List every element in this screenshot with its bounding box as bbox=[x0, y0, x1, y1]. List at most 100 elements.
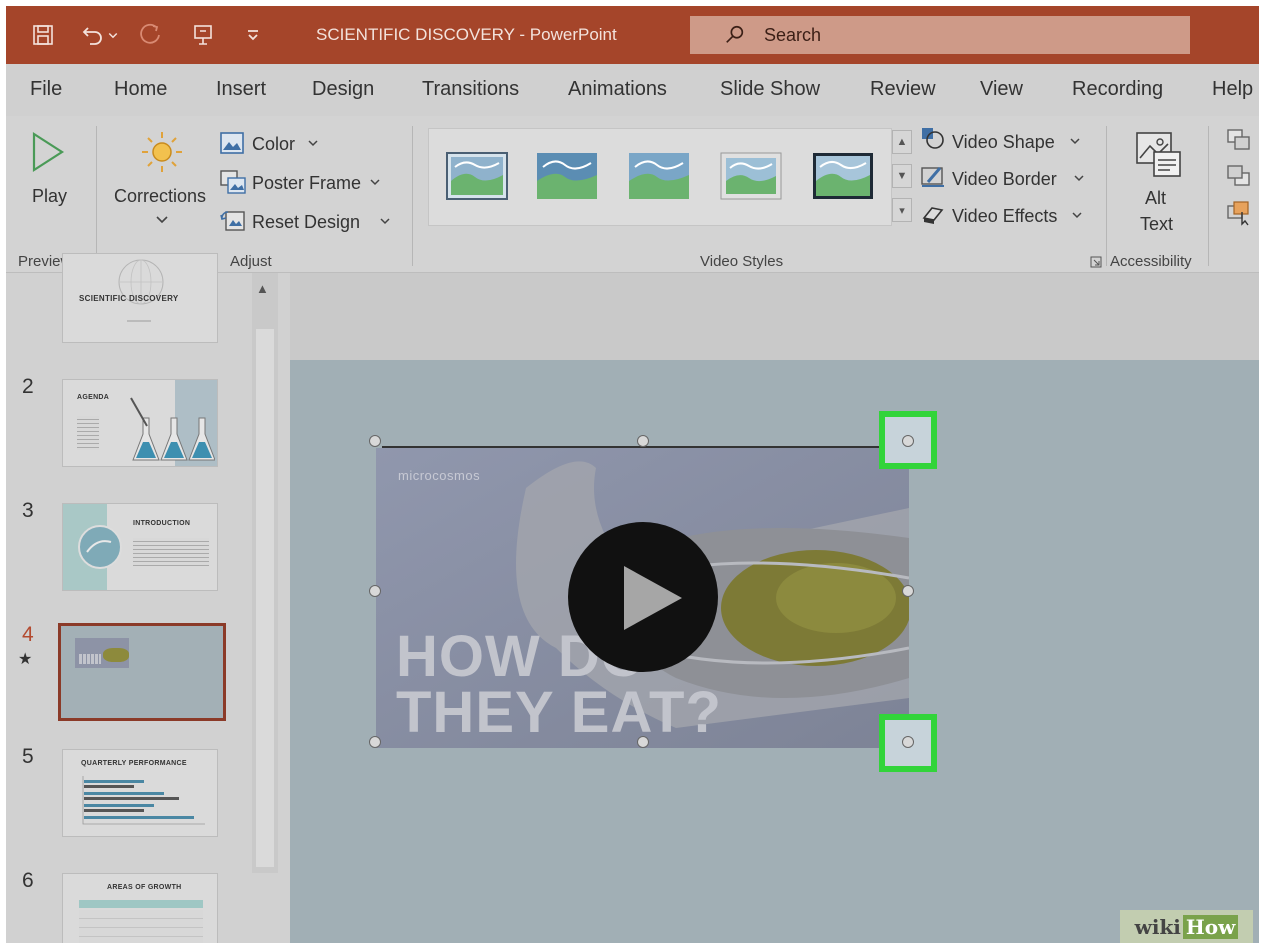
watermark-part2: How bbox=[1182, 914, 1239, 939]
resize-handle-top-left[interactable] bbox=[369, 435, 381, 447]
chevron-down-icon[interactable] bbox=[1074, 175, 1084, 182]
circle-image-graphic bbox=[78, 525, 122, 569]
slide-title: AREAS OF GROWTH bbox=[107, 884, 182, 891]
title-bar: SCIENTIFIC DISCOVERY - PowerPoint Search bbox=[6, 6, 1259, 64]
wikihow-watermark: wiki How bbox=[1120, 910, 1253, 943]
redo-icon[interactable] bbox=[136, 20, 166, 50]
dialog-launcher-icon[interactable] bbox=[1090, 256, 1102, 268]
tab-file[interactable]: File bbox=[30, 78, 62, 101]
resize-handle-bottom-center[interactable] bbox=[637, 736, 649, 748]
save-icon[interactable] bbox=[28, 20, 58, 50]
gallery-scroll-up[interactable]: ▲ bbox=[892, 130, 912, 154]
reset-design-icon bbox=[220, 211, 245, 231]
group-divider bbox=[1106, 126, 1107, 266]
chevron-down-icon[interactable] bbox=[380, 218, 390, 225]
slide-subtitle-line bbox=[127, 320, 151, 322]
gallery-scroll-down[interactable]: ▼ bbox=[892, 164, 912, 188]
present-icon[interactable] bbox=[188, 20, 218, 50]
chevron-down-icon[interactable] bbox=[1072, 212, 1082, 219]
tab-design[interactable]: Design bbox=[312, 78, 374, 101]
animation-star-icon: ★ bbox=[18, 651, 33, 668]
video-style-option[interactable] bbox=[535, 151, 599, 201]
resize-handle-middle-left[interactable] bbox=[369, 585, 381, 597]
table-header-band bbox=[79, 900, 203, 908]
chevron-down-icon[interactable] bbox=[370, 179, 380, 186]
color-button[interactable]: Color bbox=[252, 134, 295, 155]
group-divider bbox=[412, 126, 413, 266]
resize-handle-top-center[interactable] bbox=[637, 435, 649, 447]
alt-text-button[interactable]: Alt bbox=[1145, 188, 1166, 209]
play-button[interactable]: Play bbox=[32, 186, 67, 207]
group-label-accessibility: Accessibility bbox=[1110, 253, 1192, 270]
video-border-button[interactable]: Video Border bbox=[952, 169, 1057, 190]
slide-title: INTRODUCTION bbox=[133, 520, 191, 527]
video-style-option[interactable] bbox=[445, 151, 509, 201]
tab-home[interactable]: Home bbox=[114, 78, 167, 101]
powerpoint-window: SCIENTIFIC DISCOVERY - PowerPoint Search… bbox=[6, 6, 1259, 943]
send-backward-icon[interactable] bbox=[1226, 164, 1256, 190]
play-icon bbox=[32, 131, 65, 173]
group-label-adjust: Adjust bbox=[230, 253, 272, 270]
customize-icon[interactable] bbox=[238, 20, 268, 50]
ribbon: Play Preview Corrections Color Poster Fr… bbox=[6, 116, 1259, 273]
slide-number: 5 bbox=[22, 745, 34, 768]
poster-frame-icon bbox=[220, 170, 246, 194]
panel-scroll-up[interactable]: ▲ bbox=[256, 281, 269, 296]
resize-handle-middle-right[interactable] bbox=[902, 585, 914, 597]
slide-thumbnail-3[interactable]: INTRODUCTION bbox=[62, 503, 218, 591]
poster-frame-button[interactable]: Poster Frame bbox=[252, 173, 361, 194]
undo-dropdown-icon[interactable] bbox=[104, 20, 122, 50]
chevron-down-icon[interactable] bbox=[1070, 138, 1080, 145]
color-icon bbox=[220, 132, 244, 154]
search-box[interactable]: Search bbox=[690, 16, 1190, 54]
selection-pane-icon[interactable] bbox=[1226, 200, 1256, 226]
window-title: SCIENTIFIC DISCOVERY - PowerPoint bbox=[316, 25, 617, 44]
slide-thumbnail-1[interactable]: SCIENTIFIC DISCOVERY bbox=[62, 253, 218, 343]
slide-number: 2 bbox=[22, 375, 34, 398]
video-shape-button[interactable]: Video Shape bbox=[952, 132, 1055, 153]
resize-handle-top-right[interactable] bbox=[902, 435, 914, 447]
tab-review[interactable]: Review bbox=[870, 78, 936, 101]
tab-animations[interactable]: Animations bbox=[568, 78, 667, 101]
slide-number: 4 bbox=[22, 623, 34, 646]
slide-title: AGENDA bbox=[77, 394, 110, 401]
tab-view[interactable]: View bbox=[980, 78, 1023, 101]
slide-body-lines bbox=[133, 538, 209, 566]
chevron-down-icon[interactable] bbox=[156, 216, 168, 224]
slide-thumbnail-2[interactable]: AGENDA bbox=[62, 379, 218, 467]
panel-scrollbar-thumb[interactable] bbox=[256, 329, 274, 867]
video-shape-icon bbox=[922, 128, 944, 149]
tab-transitions[interactable]: Transitions bbox=[422, 78, 519, 101]
slide-thumbnail-5[interactable]: QUARTERLY PERFORMANCE bbox=[62, 749, 218, 837]
tab-recording[interactable]: Recording bbox=[1072, 78, 1163, 101]
bring-forward-icon[interactable] bbox=[1226, 128, 1256, 154]
tab-insert[interactable]: Insert bbox=[216, 78, 266, 101]
ribbon-tabs: File Home Insert Design Transitions Anim… bbox=[6, 64, 1259, 116]
slide-title: QUARTERLY PERFORMANCE bbox=[81, 760, 187, 767]
video-border-icon bbox=[921, 167, 944, 187]
group-label-video-styles: Video Styles bbox=[700, 253, 784, 270]
video-style-option[interactable] bbox=[811, 151, 875, 201]
table-rows bbox=[79, 910, 203, 943]
resize-handle-bottom-right[interactable] bbox=[902, 736, 914, 748]
resize-handle-bottom-left[interactable] bbox=[369, 736, 381, 748]
tab-help[interactable]: Help bbox=[1212, 78, 1253, 101]
slide-thumbnail-6[interactable]: AREAS OF GROWTH bbox=[62, 873, 218, 943]
video-style-option[interactable] bbox=[719, 151, 783, 201]
video-style-option[interactable] bbox=[627, 151, 691, 201]
reset-design-button[interactable]: Reset Design bbox=[252, 212, 360, 233]
video-effects-button[interactable]: Video Effects bbox=[952, 206, 1057, 227]
search-placeholder: Search bbox=[764, 24, 822, 45]
alt-text-button-line2[interactable]: Text bbox=[1140, 214, 1173, 235]
corrections-button[interactable]: Corrections bbox=[114, 186, 206, 207]
video-thumbnail bbox=[75, 638, 129, 668]
chevron-down-icon[interactable] bbox=[308, 140, 318, 147]
tab-slide-show[interactable]: Slide Show bbox=[720, 78, 820, 101]
slide-thumbnail-4[interactable] bbox=[58, 623, 226, 721]
video-styles-gallery bbox=[428, 128, 892, 226]
play-triangle-icon bbox=[624, 566, 682, 630]
slide-number: 6 bbox=[22, 869, 34, 892]
gallery-more[interactable]: ▾ bbox=[892, 198, 912, 222]
search-icon bbox=[726, 25, 744, 43]
video-effects-icon bbox=[922, 207, 944, 224]
